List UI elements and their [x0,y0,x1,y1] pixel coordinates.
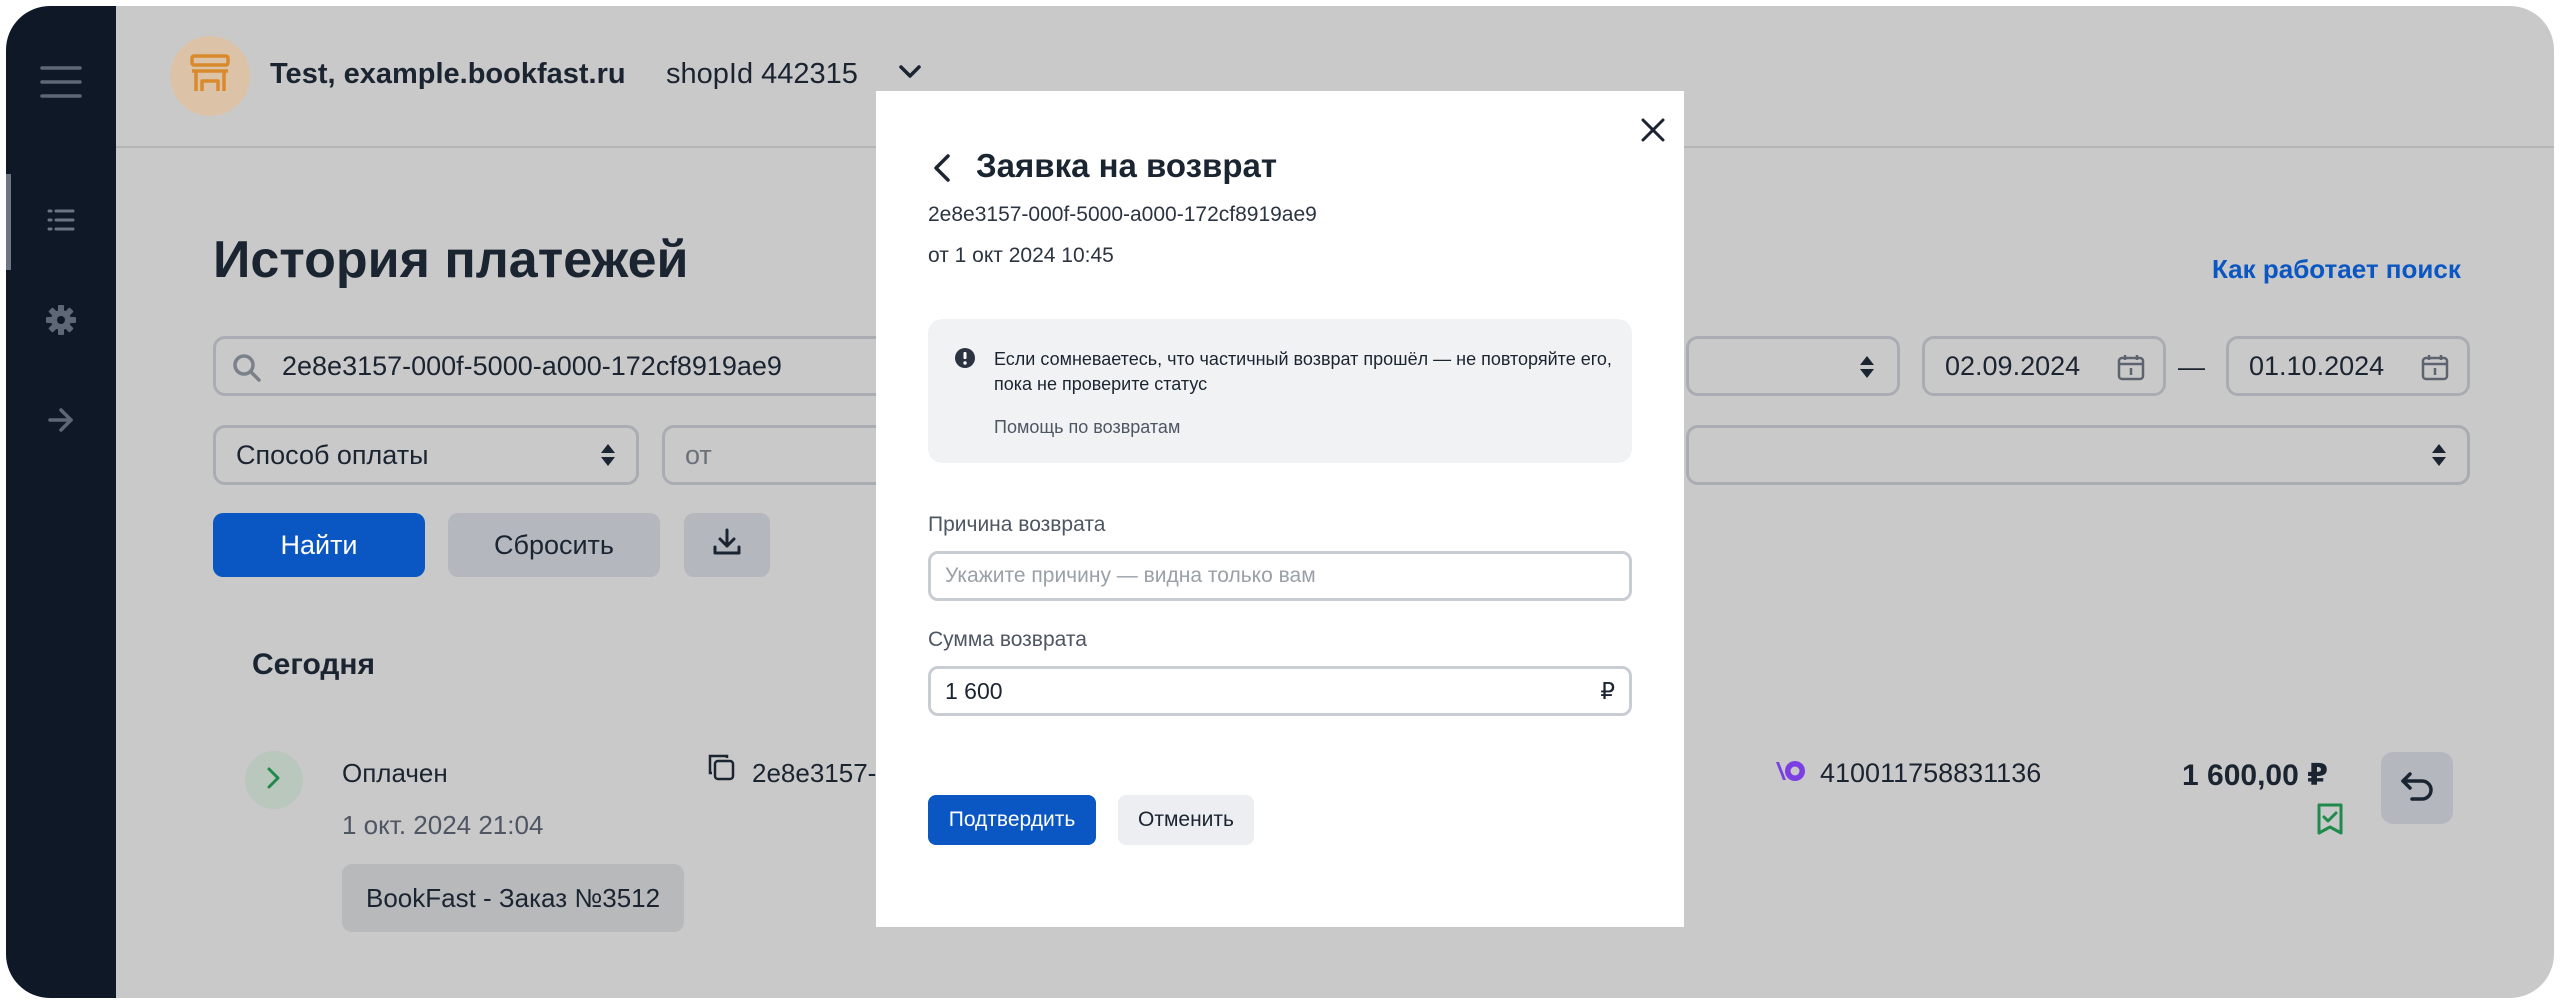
sidebar-item-payments[interactable] [6,186,116,258]
yoomoney-icon [1774,758,1808,789]
date-to-field[interactable]: 01.10.2024 [2226,336,2470,396]
amount-from-placeholder: от [685,439,712,470]
refund-amount-input[interactable]: 1 600 ₽ [928,666,1632,716]
calendar-icon[interactable] [2117,353,2145,388]
cancel-button[interactable]: Отменить [1118,795,1254,845]
payment-date: 1 окт. 2024 21:04 [342,810,544,840]
menu-icon[interactable] [6,46,116,118]
app-window: Test, example.bookfast.ru shopId 442315 … [6,6,2554,998]
list-icon [47,208,75,237]
calendar-icon[interactable] [2421,353,2449,388]
find-button[interactable]: Найти [213,513,425,577]
currency-sign: ₽ [1600,677,1615,704]
receipt-icon[interactable] [2316,802,2344,841]
status-select[interactable] [1686,336,1900,396]
search-value: 2e8e3157-000f-5000-a000-172cf8919ae9 [282,350,782,381]
refund-amount-value: 1 600 [945,677,1003,704]
undo-icon [2400,771,2434,806]
copy-icon[interactable] [706,752,736,787]
refund-help-link[interactable]: Помощь по возвратам [994,417,1180,438]
download-button[interactable] [684,513,770,577]
section-title-today: Сегодня [252,648,376,681]
payment-amount: 1 600,00 ₽ [2182,759,2328,792]
reset-button[interactable]: Сбросить [448,513,660,577]
payment-description-chip: BookFast - Заказ №3512 [342,864,685,932]
dialog-payment-id: 2e8e3157-000f-5000-a000-172cf8919ae9 [928,203,1317,226]
confirm-button[interactable]: Подтвердить [928,795,1096,845]
payment-method-value: Способ оплаты [236,439,429,470]
payment-method-select[interactable]: Способ оплаты [213,425,639,485]
search-input[interactable]: 2e8e3157-000f-5000-a000-172cf8919ae9 [213,336,913,396]
date-from-value: 02.09.2024 [1945,350,2081,381]
search-help-link[interactable]: Как работает поиск [2212,254,2461,285]
wallet-number: 410011758831136 [1820,758,2042,788]
refund-dialog: Заявка на возврат 2e8e3157-000f-5000-a00… [876,91,1684,927]
arrow-right-icon [47,407,75,438]
reason-label: Причина возврата [928,513,1106,536]
amount-label: Сумма возврата [928,628,1087,651]
download-icon [712,527,742,564]
close-icon[interactable] [1640,117,1666,148]
sidebar-item-logout[interactable] [6,386,116,458]
payment-description: BookFast - Заказ №3512 [366,882,661,913]
select-arrows-icon [600,443,616,474]
payment-id: 2e8e3157- [752,758,877,788]
reason-input[interactable]: Укажите причину — видна только вам [928,551,1632,601]
info-icon [954,347,976,374]
date-from-field[interactable]: 02.09.2024 [1922,336,2166,396]
date-separator: — [2178,352,2205,382]
chevron-right-icon [266,766,282,795]
notice-text: Если сомневаетесь, что частичный возврат… [994,349,1612,394]
reason-placeholder: Укажите причину — видна только вам [945,564,1316,587]
select-arrows-icon [1859,355,1875,386]
select-arrows-icon [2431,443,2447,474]
expand-row-button[interactable] [245,751,303,809]
refund-button[interactable] [2381,752,2453,824]
gear-icon [45,304,77,341]
filter-select[interactable] [1686,425,2470,485]
dialog-payment-date: от 1 окт 2024 10:45 [928,244,1114,267]
chevron-down-icon[interactable] [898,64,922,85]
store-icon [188,53,232,100]
sidebar [6,6,116,998]
refund-notice: Если сомневаетесь, что частичный возврат… [928,319,1632,463]
payment-status: Оплачен [342,758,448,788]
sidebar-item-settings[interactable] [6,286,116,358]
page-title: История платежей [213,231,689,289]
shop-name: Test, example.bookfast.ru [270,58,626,90]
date-to-value: 01.10.2024 [2249,350,2385,381]
search-icon [232,353,262,390]
shop-avatar [170,36,250,116]
shop-id[interactable]: shopId 442315 [666,58,858,91]
dialog-title: Заявка на возврат [976,147,1277,184]
back-arrow-icon[interactable] [932,153,952,188]
amount-from-field[interactable]: от [662,425,912,485]
